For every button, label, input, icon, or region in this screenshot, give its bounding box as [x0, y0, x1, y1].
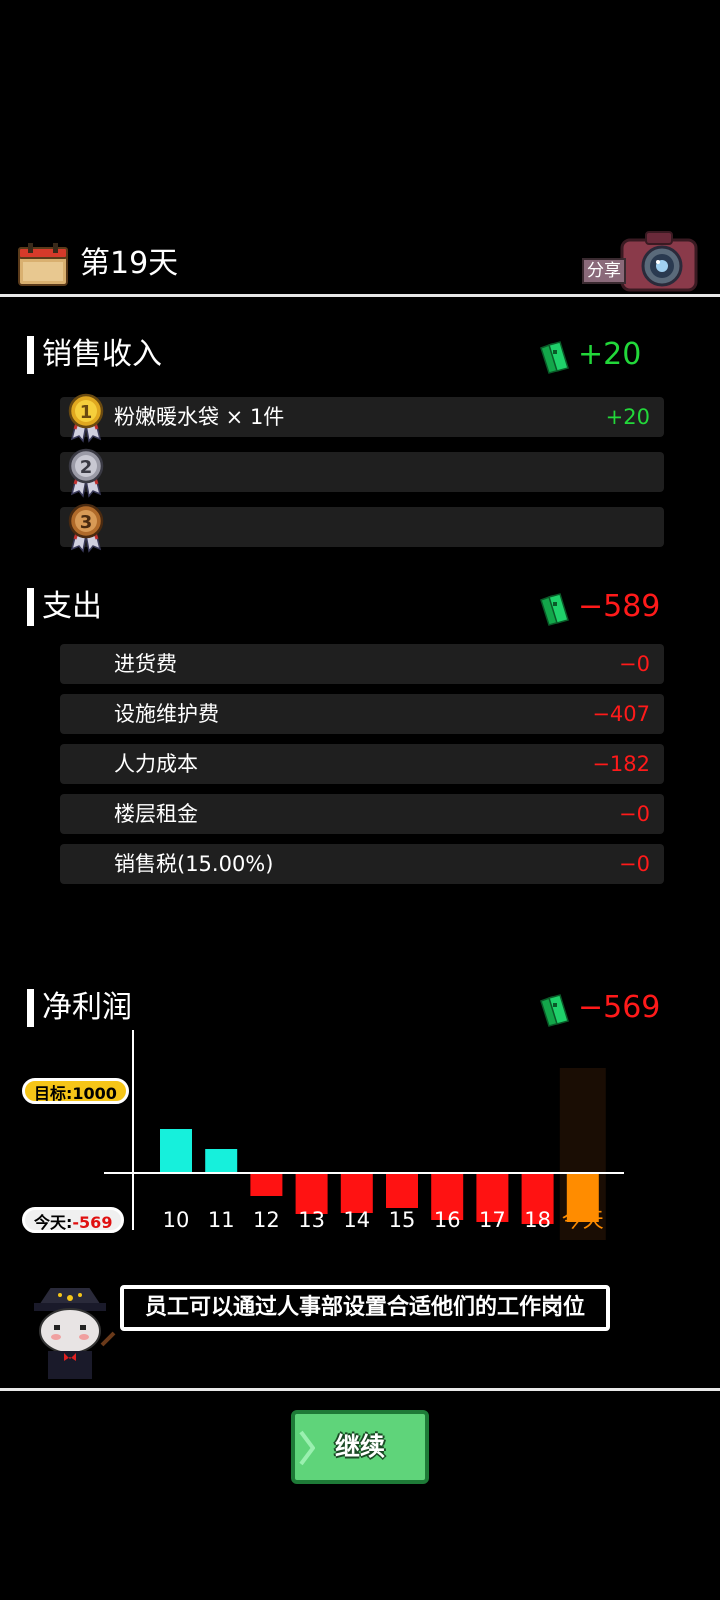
cat-manager-avatar: [34, 1286, 116, 1379]
expense-item-label: 楼层租金: [114, 802, 198, 826]
expense-item-value: −0: [619, 802, 650, 826]
svg-text:2: 2: [80, 457, 93, 478]
footer-divider: [0, 1388, 720, 1391]
day-title: 第19天: [80, 246, 179, 281]
x-tick-label: 13: [298, 1208, 325, 1232]
expense-item-label: 进货费: [114, 652, 177, 676]
x-tick-label: 18: [524, 1208, 551, 1232]
profit-total: −569: [578, 990, 661, 1025]
section-marker: [27, 336, 34, 374]
silver-medal-icon: 2: [68, 448, 104, 498]
profit-bar: [386, 1174, 418, 1208]
expense-item-value: −0: [619, 852, 650, 876]
svg-text:3: 3: [80, 512, 93, 533]
expense-total: −589: [578, 589, 661, 624]
profit-title: 净利润: [42, 990, 132, 1025]
x-tick-label: 17: [479, 1208, 506, 1232]
income-item-value: +20: [605, 405, 650, 429]
income-title: 销售收入: [42, 337, 162, 372]
camera-icon: [620, 231, 698, 292]
profit-bars: 10 11 12 13 14 15 16 17 18 今天: [104, 1030, 624, 1240]
continue-button[interactable]: 继续: [291, 1410, 429, 1484]
x-tick-label: 10: [163, 1208, 190, 1232]
header-divider: [0, 294, 720, 297]
x-tick-label: 12: [253, 1208, 280, 1232]
header: 第19天 分享: [0, 230, 720, 298]
x-tick-label: 16: [434, 1208, 461, 1232]
profit-chart: 目标:1000 今天:-569 10 11 12 13 14 15 16 17 18 今天: [0, 1030, 720, 1270]
expense-item-value: −182: [592, 752, 650, 776]
income-total: +20: [578, 337, 642, 372]
x-tick-label: 今天: [562, 1208, 604, 1232]
expense-title: 支出: [42, 589, 102, 624]
section-marker: [27, 989, 34, 1027]
expense-row: 人力成本 −182: [60, 744, 664, 784]
expense-item-label: 设施维护费: [114, 702, 219, 726]
continue-label: 继续: [334, 1432, 385, 1461]
money-icon: [540, 593, 569, 626]
profit-bar: [160, 1129, 192, 1173]
expense-row: 销售税(15.00%) −0: [60, 844, 664, 884]
expense-row: 进货费 −0: [60, 644, 664, 684]
expense-row: 楼层租金 −0: [60, 794, 664, 834]
income-row: 3: [60, 503, 664, 553]
expense-row: 设施维护费 −407: [60, 694, 664, 734]
expense-item-value: −407: [592, 702, 650, 726]
money-icon: [540, 994, 569, 1027]
share-label: 分享: [582, 258, 626, 284]
profit-bar: [205, 1149, 238, 1173]
income-row: 1 粉嫩暖水袋 × 1件 +20: [60, 393, 664, 443]
bronze-medal-icon: 3: [68, 503, 104, 553]
money-icon: [540, 341, 569, 374]
x-tick-label: 14: [343, 1208, 370, 1232]
share-button[interactable]: 分享: [580, 230, 704, 296]
expense-item-label: 销售税(15.00%): [114, 852, 274, 876]
profit-bar: [250, 1174, 283, 1196]
expense-item-label: 人力成本: [114, 752, 198, 776]
income-item-label: 粉嫩暖水袋 × 1件: [114, 405, 285, 429]
gold-medal-icon: 1: [68, 393, 104, 443]
income-row: 2: [60, 448, 664, 498]
calendar-icon: [18, 243, 68, 286]
expense-item-value: −0: [619, 652, 650, 676]
section-marker: [27, 588, 34, 626]
x-tick-label: 15: [389, 1208, 416, 1232]
tip-bubble: 员工可以通过人事部设置合适他们的工作岗位: [120, 1285, 610, 1331]
tip-text: 员工可以通过人事部设置合适他们的工作岗位: [144, 1295, 585, 1320]
x-tick-label: 11: [208, 1208, 235, 1232]
svg-text:1: 1: [80, 402, 93, 423]
